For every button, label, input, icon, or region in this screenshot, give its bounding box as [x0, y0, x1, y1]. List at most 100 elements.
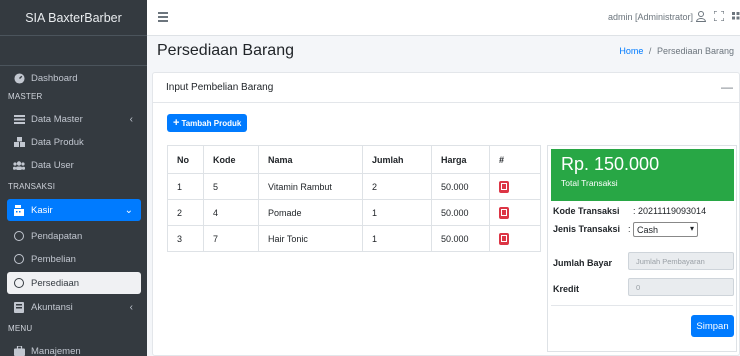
user-name[interactable]: admin [Administrator]: [608, 12, 693, 22]
total-box: Rp. 150.000 Total Transaksi: [551, 149, 734, 201]
cell-nama: Hair Tonic: [258, 225, 363, 252]
nav-header-menu: MENU: [8, 324, 33, 333]
jumlah-bayar-label: Jumlah Bayar: [553, 258, 613, 268]
sidebar: SIA BaxterBarber Dashboard MASTER Data M…: [0, 0, 147, 356]
sidebar-item-kasir[interactable]: Kasir ⌄: [7, 199, 141, 221]
column-header: Kode: [203, 145, 259, 174]
cell-harga: 50.000: [431, 173, 490, 200]
sidebar-item-label: Data Master: [31, 113, 83, 125]
kode-transaksi-label: Kode Transaksi: [553, 206, 620, 216]
sidebar-item-data-produk[interactable]: Data Produk: [7, 131, 141, 153]
hamburger-menu-icon[interactable]: [158, 12, 168, 24]
cell-nama: Pomade: [258, 199, 363, 226]
cell-action: [489, 199, 541, 226]
user-icon[interactable]: [695, 11, 707, 25]
jumlah-bayar-input[interactable]: Jumlah Pembayaran: [628, 252, 734, 270]
kredit-input[interactable]: 0: [628, 278, 734, 296]
fullscreen-icon[interactable]: [713, 10, 725, 24]
chevron-down-icon: ⌄: [124, 204, 133, 216]
sidebar-user-panel: [0, 36, 147, 66]
table-header-row: No Kode Nama Jumlah Harga #: [167, 145, 541, 174]
table-row: 2 4 Pomade 1 50.000: [167, 199, 541, 226]
card-title: Input Pembelian Barang: [153, 73, 739, 103]
panel-divider: [551, 305, 733, 306]
boxes-icon: [13, 137, 25, 147]
sidebar-item-data-user[interactable]: Data User: [7, 154, 141, 176]
kredit-value: 0: [636, 282, 641, 292]
sidebar-item-label: Data User: [31, 159, 74, 171]
column-header: Jumlah: [362, 145, 432, 174]
collapse-button[interactable]: —: [721, 80, 733, 94]
cell-kode: 7: [203, 225, 259, 252]
book-icon: [13, 301, 25, 313]
sidebar-item-pembelian[interactable]: Pembelian: [7, 248, 141, 270]
sidebar-item-persediaan[interactable]: Persediaan: [7, 272, 141, 294]
sidebar-item-data-master[interactable]: Data Master ‹: [7, 108, 141, 130]
circle-icon: [13, 278, 25, 288]
briefcase-icon: [13, 346, 25, 356]
cell-jumlah: 2: [362, 173, 432, 200]
jumlah-bayar-placeholder: Jumlah Pembayaran: [636, 256, 705, 266]
cell-no: 2: [167, 199, 204, 226]
topbar: admin [Administrator]: [147, 0, 740, 36]
sidebar-item-label: Persediaan: [31, 277, 80, 289]
cell-action: [489, 225, 541, 252]
sidebar-item-label: Dashboard: [31, 72, 78, 84]
jenis-transaksi-selected: Cash: [637, 224, 659, 235]
save-button[interactable]: Simpan: [691, 315, 734, 337]
users-icon: [13, 160, 25, 170]
cell-no: 3: [167, 225, 204, 252]
cell-harga: 50.000: [431, 225, 490, 252]
sidebar-item-akuntansi[interactable]: Akuntansi ‹: [7, 296, 141, 318]
breadcrumb-separator: /: [648, 46, 652, 56]
chevron-left-icon: ‹: [129, 113, 133, 125]
circle-icon: [13, 231, 25, 241]
column-header: Nama: [258, 145, 363, 174]
brand-title[interactable]: SIA BaxterBarber: [0, 0, 147, 36]
column-header: #: [489, 145, 541, 174]
chevron-left-icon: ‹: [129, 301, 133, 313]
sidebar-item-pendapatan[interactable]: Pendapatan: [7, 225, 141, 247]
cell-nama: Vitamin Rambut: [258, 173, 363, 200]
breadcrumb-current: Persediaan Barang: [656, 46, 734, 56]
product-table: No Kode Nama Jumlah Harga # 1 5 Vitamin …: [167, 145, 541, 252]
purchase-card: Input Pembelian Barang — + Tambah Produk…: [152, 72, 740, 356]
sidebar-item-label: Kasir: [31, 204, 53, 216]
cell-harga: 50.000: [431, 199, 490, 226]
nav-header-master: MASTER: [8, 92, 43, 101]
breadcrumb-home[interactable]: Home: [619, 46, 643, 56]
kredit-label: Kredit: [553, 284, 580, 294]
cell-no: 1: [167, 173, 204, 200]
table-row: 3 7 Hair Tonic 1 50.000: [167, 225, 541, 252]
cell-action: [489, 173, 541, 200]
cash-register-icon: [13, 204, 25, 216]
jenis-transaksi-colon: :: [628, 224, 631, 234]
sidebar-item-label: Akuntansi: [31, 301, 73, 313]
grid-icon[interactable]: [732, 11, 740, 24]
trash-icon[interactable]: [499, 180, 509, 193]
table-icon: [13, 114, 25, 124]
cell-jumlah: 1: [362, 225, 432, 252]
column-header: No: [167, 145, 204, 174]
sidebar-item-dashboard[interactable]: Dashboard: [7, 67, 141, 89]
sidebar-item-manajemen[interactable]: Manajemen: [7, 340, 141, 356]
circle-icon: [13, 254, 25, 264]
add-product-button[interactable]: + Tambah Produk: [167, 114, 248, 132]
total-label: Total Transaksi: [561, 178, 618, 188]
column-header: Harga: [431, 145, 490, 174]
plus-icon: +: [173, 117, 180, 129]
breadcrumb: Home / Persediaan Barang: [619, 46, 734, 56]
dashboard-icon: [13, 72, 25, 84]
cell-jumlah: 1: [362, 199, 432, 226]
trash-icon[interactable]: [499, 232, 509, 245]
sidebar-item-label: Manajemen: [31, 345, 81, 356]
add-product-label: Tambah Produk: [181, 118, 242, 128]
total-amount: Rp. 150.000: [561, 154, 660, 174]
trash-icon[interactable]: [499, 206, 509, 219]
chevron-down-icon: ▾: [689, 224, 694, 233]
sidebar-item-label: Data Produk: [31, 136, 84, 148]
table-row: 1 5 Vitamin Rambut 2 50.000: [167, 173, 541, 200]
jenis-transaksi-select[interactable]: Cash ▾: [633, 222, 698, 237]
sidebar-item-label: Pendapatan: [31, 230, 83, 242]
jenis-transaksi-label: Jenis Transaksi: [553, 224, 621, 234]
